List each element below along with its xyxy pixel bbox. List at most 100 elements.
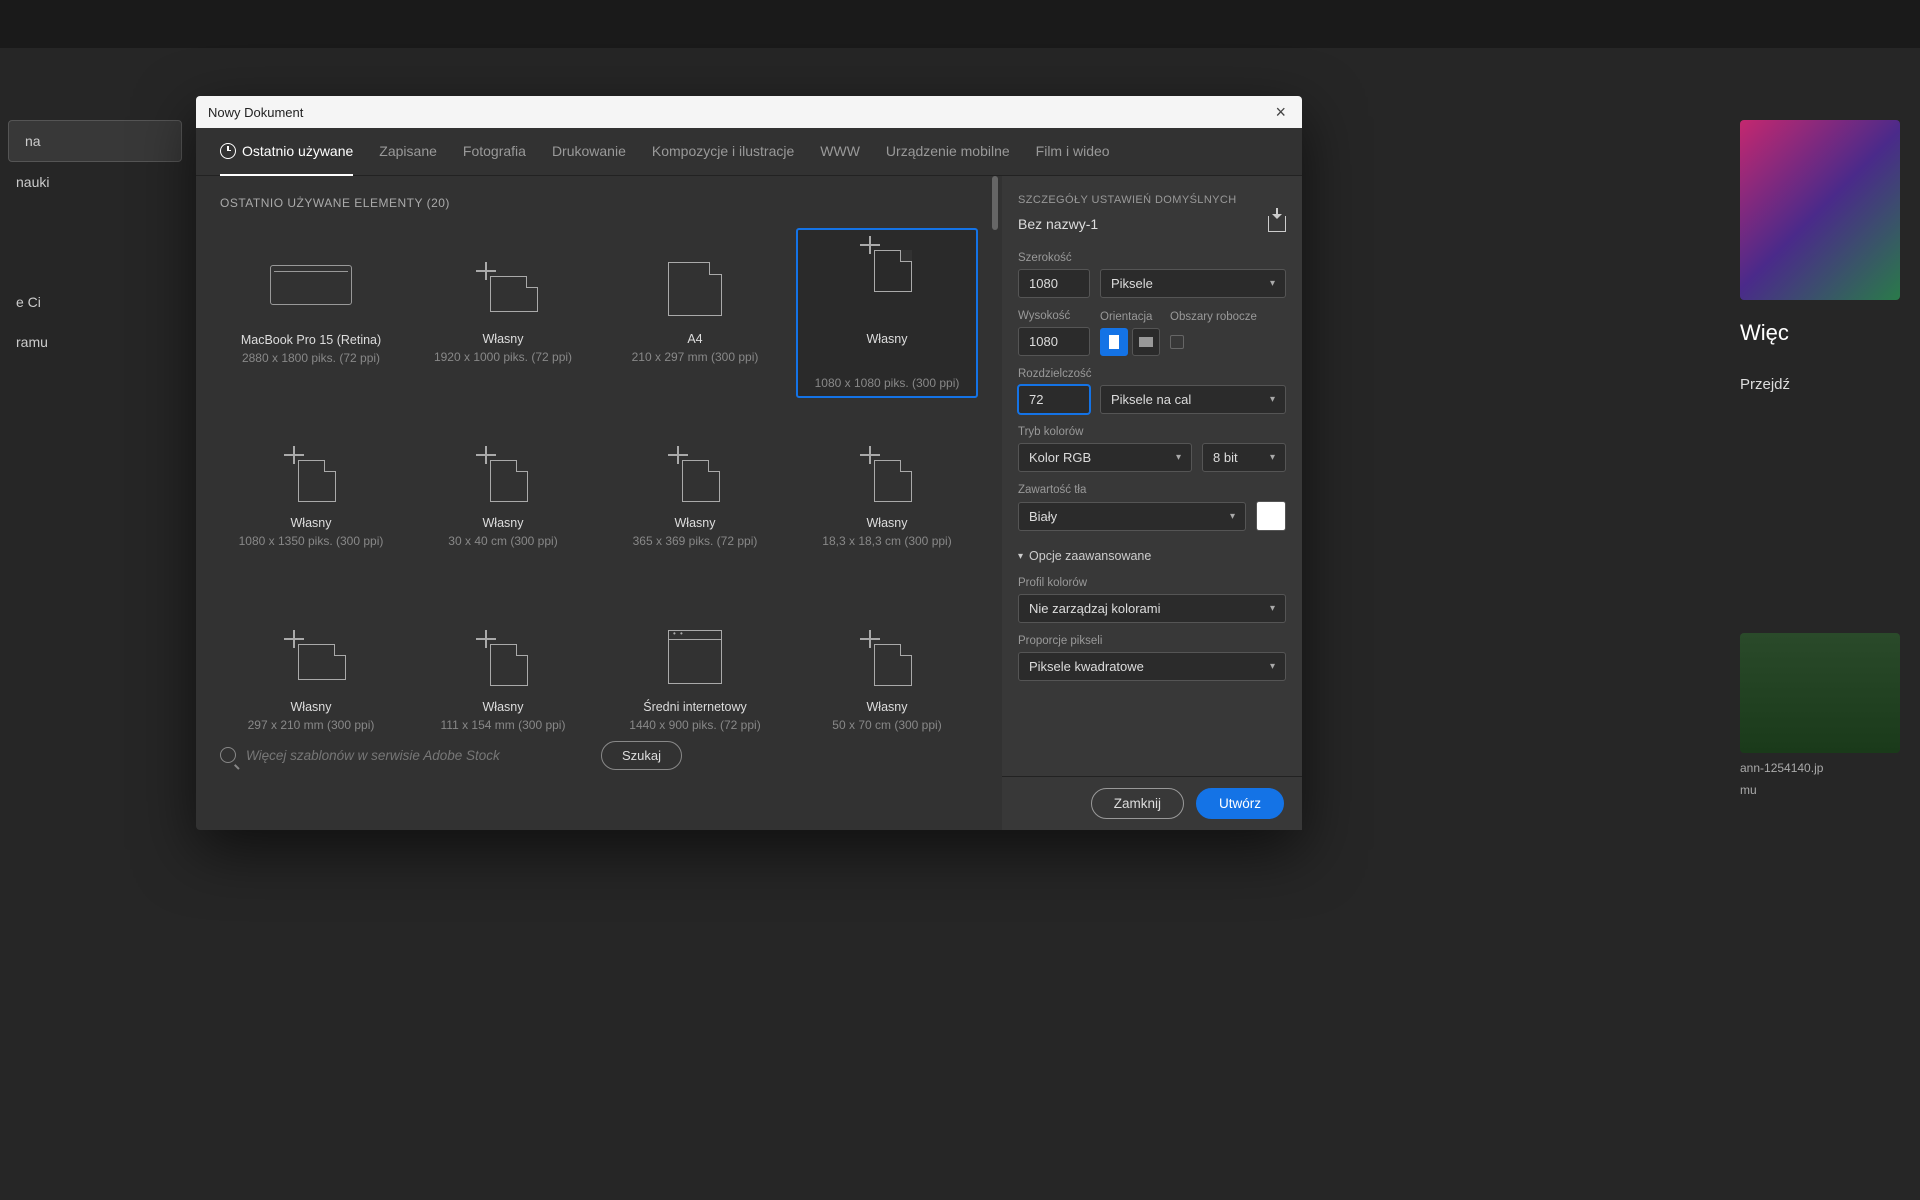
bg-caption: ann-1254140.jp — [1740, 761, 1920, 775]
category-tabs: Ostatnio używane Zapisane Fotografia Dru… — [196, 128, 1302, 176]
save-preset-icon[interactable] — [1268, 216, 1286, 232]
custom-preset-icon — [476, 446, 530, 500]
preset-dimensions: 1920 x 1000 piks. (72 ppi) — [434, 350, 572, 364]
height-label: Wysokość — [1018, 310, 1090, 322]
resolution-label: Rozdzielczość — [1018, 368, 1286, 380]
preset-dimensions: 18,3 x 18,3 cm (300 ppi) — [822, 534, 951, 548]
custom-preset-icon — [860, 630, 914, 684]
preset-dimensions: 1080 x 1350 piks. (300 ppi) — [239, 534, 384, 548]
dialog-titlebar: Nowy Dokument × — [196, 96, 1302, 128]
preset-name: Własny — [867, 516, 908, 530]
chevron-down-icon: ▾ — [1270, 661, 1275, 672]
sidebar-item[interactable]: ramu — [0, 322, 190, 362]
chevron-down-icon: ▾ — [1230, 511, 1235, 522]
tab-recent[interactable]: Ostatnio używane — [220, 128, 353, 176]
preset-details-panel: SZCZEGÓŁY USTAWIEŃ DOMYŚLNYCH Bez nazwy-… — [1002, 176, 1302, 830]
create-button[interactable]: Utwórz — [1196, 788, 1284, 819]
units-select[interactable]: Piksele▾ — [1100, 269, 1286, 298]
tab-print[interactable]: Drukowanie — [552, 128, 626, 176]
details-heading: SZCZEGÓŁY USTAWIEŃ DOMYŚLNYCH — [1018, 194, 1286, 206]
preset-item[interactable]: A4 210 x 297 mm (300 ppi) — [604, 228, 786, 398]
orientation-label: Orientacja — [1100, 311, 1160, 323]
custom-preset-icon — [284, 630, 338, 684]
tab-label: Ostatnio używane — [242, 143, 353, 159]
sidebar-item[interactable]: nauki — [0, 162, 190, 202]
sidebar-item[interactable]: e Ci — [0, 282, 190, 322]
tab-art[interactable]: Kompozycje i ilustracje — [652, 128, 794, 176]
chevron-down-icon: ▾ — [1018, 551, 1023, 562]
background-swatch[interactable] — [1256, 501, 1286, 531]
sidebar-item[interactable]: na — [8, 120, 182, 162]
tab-photo[interactable]: Fotografia — [463, 128, 526, 176]
preset-dimensions: 1080 x 1080 piks. (300 ppi) — [815, 376, 960, 390]
custom-preset-icon — [476, 262, 530, 316]
bg-right-panel: Więc Przejdź ann-1254140.jp mu — [1740, 120, 1920, 1020]
new-document-dialog: Nowy Dokument × Ostatnio używane Zapisan… — [196, 96, 1302, 830]
color-mode-value: Kolor RGB — [1029, 450, 1091, 465]
preset-dimensions: 210 x 297 mm (300 ppi) — [632, 350, 759, 364]
preset-name: MacBook Pro 15 (Retina) — [241, 333, 381, 347]
resolution-input[interactable] — [1018, 385, 1090, 414]
preset-item[interactable]: Własny 1920 x 1000 piks. (72 ppi) — [412, 228, 594, 398]
preset-dimensions: 297 x 210 mm (300 ppi) — [248, 718, 375, 732]
preset-name: Własny — [291, 516, 332, 530]
tab-saved[interactable]: Zapisane — [379, 128, 437, 176]
advanced-toggle[interactable]: ▾ Opcje zaawansowane — [1018, 549, 1286, 563]
color-mode-select[interactable]: Kolor RGB ▾ — [1018, 443, 1192, 472]
preset-name: Własny — [483, 516, 524, 530]
search-row: Więcej szablonów w serwisie Adobe Stock … — [220, 734, 682, 776]
preset-item[interactable]: Własny 1080 x 1350 piks. (300 ppi) — [220, 412, 402, 582]
preset-item[interactable]: Własny 18,3 x 18,3 cm (300 ppi) — [796, 412, 978, 582]
custom-preset-icon — [668, 446, 722, 500]
preset-item[interactable]: MacBook Pro 15 (Retina) 2880 x 1800 piks.… — [220, 228, 402, 398]
tab-web[interactable]: WWW — [820, 128, 860, 176]
tab-film[interactable]: Film i wideo — [1036, 128, 1110, 176]
preset-name: A4 — [687, 332, 702, 346]
preset-name: Własny — [483, 700, 524, 714]
bit-depth-select[interactable]: 8 bit▾ — [1202, 443, 1286, 472]
pixel-ratio-value: Piksele kwadratowe — [1029, 659, 1144, 674]
dialog-footer: Zamknij Utwórz — [1002, 776, 1302, 830]
background-select[interactable]: Biały▾ — [1018, 502, 1246, 531]
color-mode-label: Tryb kolorów — [1018, 426, 1286, 438]
preset-dimensions: 50 x 70 cm (300 ppi) — [832, 718, 941, 732]
orientation-portrait[interactable] — [1100, 328, 1128, 356]
presets-panel: OSTATNIO UŻYWANE ELEMENTY (20) MacBook P… — [196, 176, 1002, 830]
preset-item[interactable]: Własny365 x 369 piks. (72 ppi) — [604, 412, 786, 582]
units-value: Piksele — [1111, 276, 1153, 291]
close-button[interactable]: Zamknij — [1091, 788, 1184, 819]
preset-dimensions: 2880 x 1800 piks. (72 ppi) — [242, 351, 380, 365]
dialog-title: Nowy Dokument — [208, 105, 303, 120]
background-label: Zawartość tła — [1018, 484, 1286, 496]
custom-preset-icon — [284, 446, 338, 500]
preset-item[interactable]: Własny 1080 x 1080 piks. (300 ppi) — [796, 228, 978, 398]
search-button[interactable]: Szukaj — [601, 741, 682, 770]
preset-name: Własny — [291, 700, 332, 714]
bg-thumbnail — [1740, 120, 1900, 300]
artboards-checkbox[interactable] — [1170, 335, 1184, 349]
height-input[interactable] — [1018, 327, 1090, 356]
preset-dimensions: 30 x 40 cm (300 ppi) — [448, 534, 557, 548]
preset-name: Własny — [483, 332, 524, 346]
preset-name: Własny — [675, 516, 716, 530]
resolution-units-value: Piksele na cal — [1111, 392, 1191, 407]
resolution-units-select[interactable]: Piksele na cal▾ — [1100, 385, 1286, 414]
close-icon[interactable]: × — [1271, 102, 1290, 123]
preset-item[interactable]: Własny 30 x 40 cm (300 ppi) — [412, 412, 594, 582]
bg-caption-2: mu — [1740, 783, 1920, 797]
color-profile-label: Profil kolorów — [1018, 577, 1286, 589]
preset-item[interactable]: Własny50 x 70 cm (300 ppi) — [796, 596, 978, 766]
artboards-label: Obszary robocze — [1170, 311, 1257, 323]
preset-name: Własny — [867, 332, 908, 346]
scrollbar[interactable] — [992, 176, 998, 230]
color-profile-select[interactable]: Nie zarządzaj kolorami▾ — [1018, 594, 1286, 623]
width-input[interactable] — [1018, 269, 1090, 298]
search-placeholder[interactable]: Więcej szablonów w serwisie Adobe Stock — [246, 748, 500, 763]
chevron-down-icon: ▾ — [1176, 452, 1181, 463]
document-icon — [668, 262, 722, 316]
clock-icon — [220, 143, 236, 159]
orientation-landscape[interactable] — [1132, 328, 1160, 356]
tab-mobile[interactable]: Urządzenie mobilne — [886, 128, 1010, 176]
document-name[interactable]: Bez nazwy-1 — [1018, 216, 1260, 232]
pixel-ratio-select[interactable]: Piksele kwadratowe ▾ — [1018, 652, 1286, 681]
